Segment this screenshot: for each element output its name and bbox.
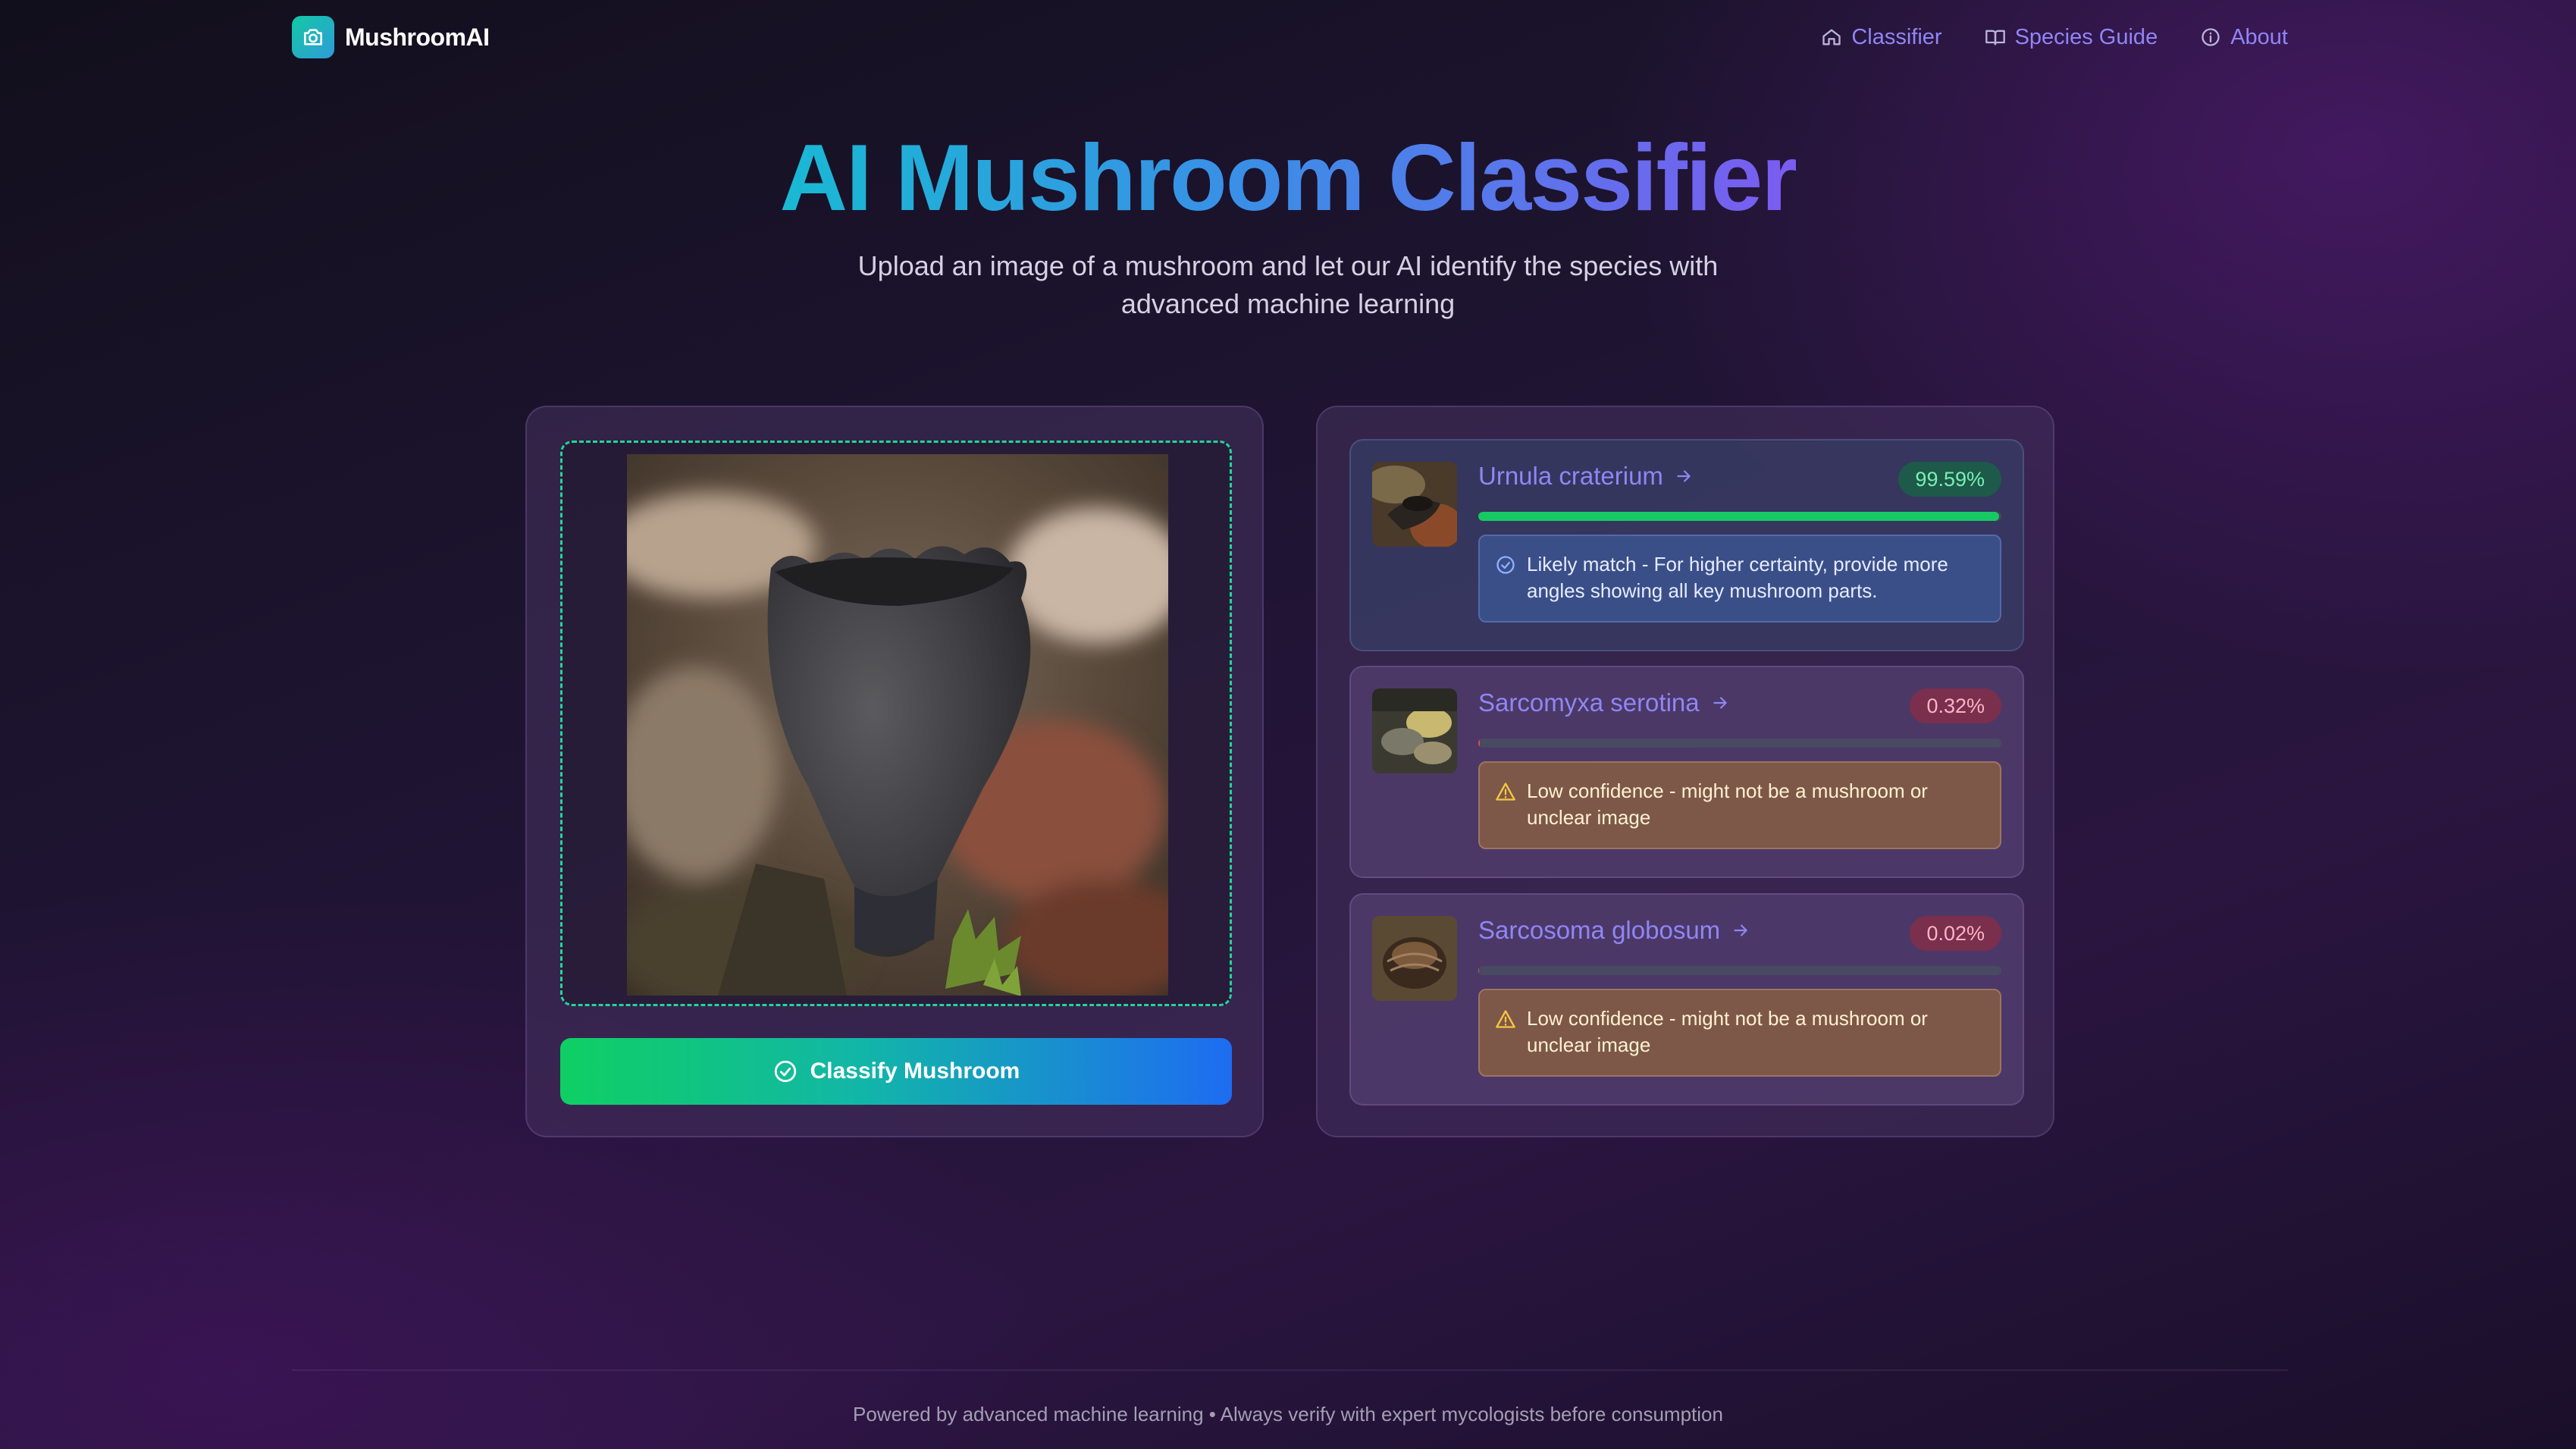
species-name: Sarcomyxa serotina (1478, 688, 1700, 717)
result-card: Sarcosoma globosum 0.02% Low confidence … (1349, 893, 2024, 1106)
confidence-bar-fill (1478, 739, 1481, 748)
nav-link-about[interactable]: About (2200, 25, 2288, 50)
classify-button-label: Classify Mushroom (810, 1059, 1020, 1084)
upload-panel: Classify Mushroom (525, 406, 1264, 1137)
nav-link-label: Classifier (1851, 24, 1942, 49)
species-link[interactable]: Sarcomyxa serotina (1478, 688, 1730, 717)
arrow-right-icon (1713, 697, 1727, 709)
result-note: Low confidence - might not be a mushroom… (1478, 989, 2001, 1077)
image-dropzone[interactable] (560, 441, 1232, 1006)
confidence-badge: 0.32% (1910, 688, 2001, 723)
brand-name: MushroomAI (345, 23, 490, 51)
footer-divider (292, 1369, 2288, 1371)
confidence-bar-fill (1478, 512, 2000, 521)
confidence-bar (1478, 512, 2001, 521)
warning-icon (1496, 1010, 1515, 1028)
footer-text: Powered by advanced machine learning • A… (853, 1403, 1723, 1425)
result-note-text: Low confidence - might not be a mushroom… (1527, 779, 1928, 829)
classify-mushroom-button[interactable]: Classify Mushroom (560, 1038, 1232, 1105)
species-name: Urnula craterium (1478, 462, 1663, 490)
top-navbar: MushroomAI Classifier Species Guide Abou… (292, 14, 2288, 61)
species-thumbnail[interactable] (1372, 462, 1457, 547)
check-circle-icon (774, 1060, 796, 1083)
arrow-right-icon (1677, 470, 1691, 482)
nav-link-label: About (2230, 24, 2288, 49)
result-card: Sarcomyxa serotina 0.32% Low confidence … (1349, 666, 2024, 878)
uploaded-mushroom-image (627, 454, 1168, 996)
result-note-text: Likely match - For higher certainty, pro… (1527, 553, 1948, 602)
camera-icon (292, 16, 334, 58)
arrow-right-icon (1734, 924, 1747, 936)
home-icon (1822, 29, 1841, 45)
confidence-bar (1478, 739, 2001, 748)
species-link[interactable]: Urnula craterium (1478, 462, 1694, 491)
result-note: Low confidence - might not be a mushroom… (1478, 761, 2001, 849)
nav-link-classifier[interactable]: Classifier (1821, 24, 1942, 50)
result-note-text: Low confidence - might not be a mushroom… (1527, 1007, 1928, 1056)
info-icon (2202, 28, 2220, 46)
page-subtitle: Upload an image of a mushroom and let ou… (857, 250, 1719, 319)
species-thumbnail[interactable] (1372, 688, 1457, 773)
species-link[interactable]: Sarcosoma globosum (1478, 916, 1750, 945)
species-name: Sarcosoma globosum (1478, 916, 1721, 944)
book-icon (1985, 30, 2005, 45)
warning-icon (1496, 783, 1515, 801)
confidence-bar-fill (1478, 966, 1480, 975)
brand[interactable]: MushroomAI (292, 16, 490, 58)
confidence-badge: 99.59% (1898, 462, 2001, 497)
species-thumbnail[interactable] (1372, 916, 1457, 1001)
nav-link-label: Species Guide (2014, 24, 2158, 49)
check-circle-icon (1496, 556, 1515, 574)
nav-link-species-guide[interactable]: Species Guide (1985, 25, 2158, 50)
page-title: AI Mushroom Classifier (780, 121, 1798, 235)
confidence-bar (1478, 966, 2001, 975)
nav-links: Classifier Species Guide About (1821, 25, 2288, 50)
confidence-badge: 0.02% (1910, 916, 2001, 951)
result-card: Urnula craterium 99.59% Likely match - F… (1349, 439, 2024, 651)
results-panel: Urnula craterium 99.59% Likely match - F… (1316, 406, 2054, 1137)
hero: AI Mushroom Classifier Upload an image o… (0, 121, 2576, 323)
result-note: Likely match - For higher certainty, pro… (1478, 535, 2001, 623)
